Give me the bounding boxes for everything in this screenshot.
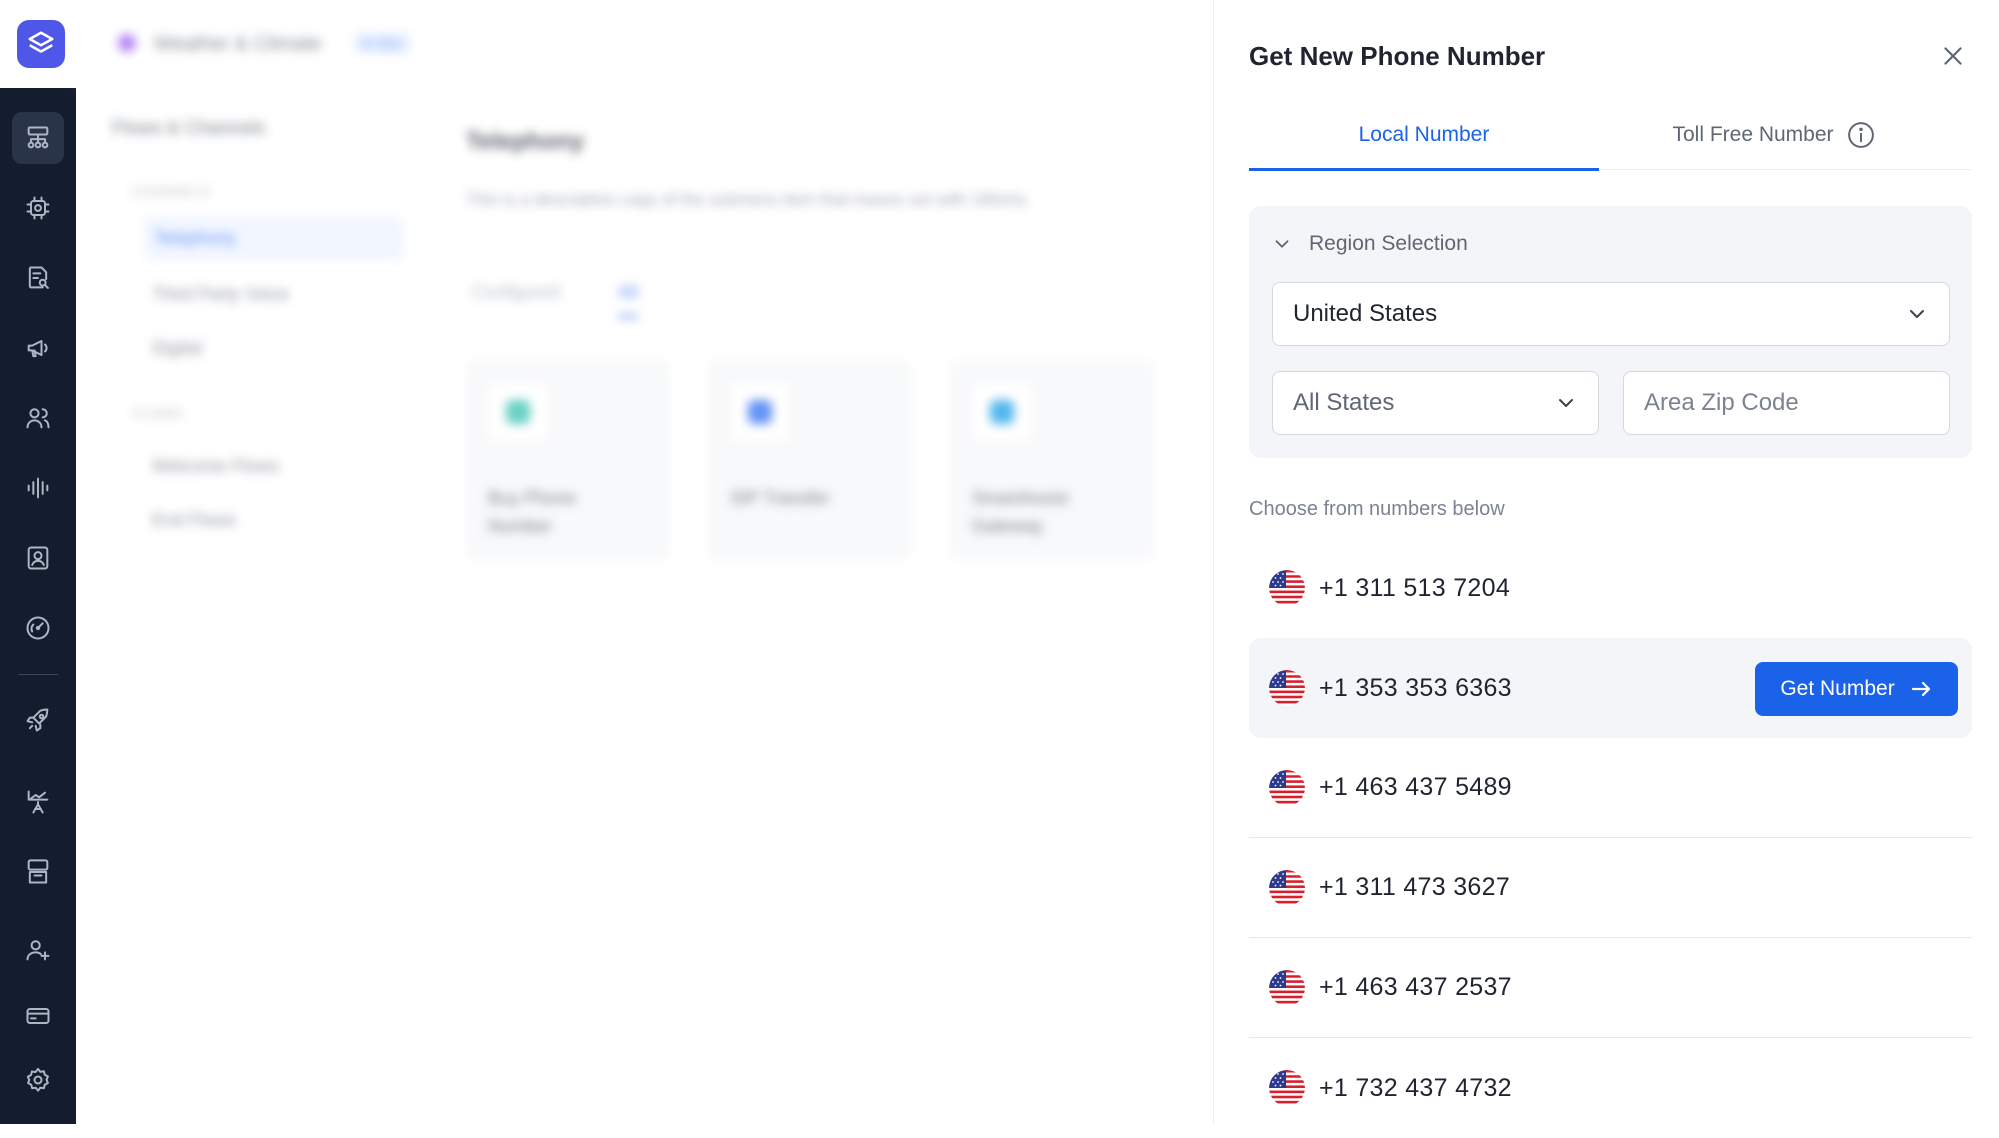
state-select[interactable]: All States — [1272, 371, 1599, 435]
workspace-name: Weather & Climate — [154, 33, 322, 55]
list-item[interactable]: +1 311 473 3627 — [1249, 838, 1972, 938]
analytics-icon[interactable] — [12, 776, 64, 828]
group-label-flows: FLOWS — [132, 406, 184, 421]
megaphone-icon[interactable] — [12, 322, 64, 374]
list-item[interactable]: +1 463 437 2537 — [1249, 938, 1972, 1038]
area-zip-code-input[interactable] — [1623, 371, 1950, 435]
us-flag-icon — [1269, 769, 1305, 806]
region-selection-section: Region Selection United States All State… — [1249, 206, 1972, 458]
page-description: This is a description copy of the submen… — [466, 190, 1027, 209]
chevron-down-icon — [1910, 310, 1924, 318]
workspace-icon — [118, 34, 136, 52]
get-number-label: Get Number — [1780, 677, 1895, 700]
sidebar-item-end-flows[interactable]: End Flows — [152, 510, 236, 531]
us-flag-icon — [1269, 570, 1305, 606]
tab-label: Local Number — [1358, 123, 1490, 146]
phone-number: +1 311 513 7204 — [1319, 573, 1511, 602]
info-icon[interactable] — [1846, 120, 1876, 150]
sidebar-item-welcome-flows[interactable]: Welcome Flows — [152, 456, 279, 477]
panel-title: Get New Phone Number — [1249, 41, 1546, 71]
top-bar: Weather & Climate In Dev — [76, 0, 1206, 88]
region-selection-label: Region Selection — [1309, 232, 1468, 255]
document-search-icon[interactable] — [12, 252, 64, 304]
tab-label: Toll Free Number — [1672, 123, 1834, 146]
chevron-down-icon — [1559, 399, 1573, 407]
tab-local-number[interactable]: Local Number — [1249, 100, 1599, 171]
list-item[interactable]: +1 353 353 6363 Get Number — [1249, 638, 1972, 738]
billing-card-icon[interactable] — [12, 990, 64, 1042]
region-selection-toggle[interactable]: Region Selection — [1271, 232, 1468, 256]
list-item[interactable]: +1 463 437 5489 — [1249, 738, 1972, 838]
phone-card-icon — [488, 382, 548, 442]
card-sip-transfer[interactable]: SIP Transfer — [708, 360, 912, 560]
workspace-badge: In Dev — [354, 32, 411, 54]
users-icon[interactable] — [12, 392, 64, 444]
archive-icon[interactable] — [12, 846, 64, 898]
flows-icon[interactable] — [12, 112, 64, 164]
list-item[interactable]: +1 311 513 7204 — [1249, 538, 1972, 638]
us-flag-icon — [1269, 869, 1305, 906]
get-number-button[interactable]: Get Number — [1755, 662, 1958, 716]
number-list: +1 311 513 7204 +1 353 353 6363 Get Numb… — [1249, 538, 1972, 1138]
us-flag-icon — [1269, 670, 1305, 706]
group-label-channels: CHANNELS — [132, 184, 211, 199]
chip-icon[interactable] — [12, 182, 64, 234]
settings-icon[interactable] — [12, 1054, 64, 1106]
arrow-right-icon — [1911, 681, 1930, 697]
close-icon — [1944, 47, 1962, 65]
waveform-icon[interactable] — [12, 462, 64, 514]
add-user-icon[interactable] — [12, 924, 64, 976]
card-smartassist-gateway[interactable]: SmartAssist Gateway — [950, 360, 1154, 560]
card-label: SmartAssist Gateway — [972, 488, 1069, 536]
us-flag-icon — [1269, 1070, 1305, 1106]
list-item[interactable]: +1 732 437 4732 — [1249, 1038, 1972, 1138]
background-app: Weather & Climate In Dev Flows & Channel… — [76, 0, 1206, 1124]
tab-configured[interactable]: Configured — [472, 282, 560, 303]
rail-divider — [18, 674, 58, 675]
country-value: United States — [1293, 300, 1438, 327]
gateway-card-icon — [972, 382, 1032, 442]
card-label: SIP Transfer — [730, 488, 830, 508]
page-title: Telephony — [466, 128, 585, 155]
choose-numbers-label: Choose from numbers below — [1249, 498, 1505, 520]
number-type-tabs: Local Number Toll Free Number — [1249, 100, 1972, 171]
active-tab-indicator — [1249, 168, 1599, 171]
chevron-down-icon — [1275, 240, 1289, 248]
phone-number: +1 463 437 2537 — [1319, 973, 1512, 1001]
contact-card-icon[interactable] — [12, 532, 64, 584]
phone-number: +1 463 437 5489 — [1319, 773, 1512, 801]
app-rail — [0, 0, 76, 1124]
card-buy-phone-number[interactable]: Buy Phone Number — [466, 360, 670, 560]
card-label: Buy Phone Number — [488, 488, 577, 536]
get-number-panel: Get New Phone Number Local Number Toll F… — [1213, 0, 1999, 1124]
tab-all[interactable]: All — [618, 282, 639, 318]
sidebar-item-third-party-voice[interactable]: Third Party Voice — [152, 284, 289, 305]
app-logo[interactable] — [17, 20, 65, 68]
sidebar-item-digital[interactable]: Digital — [152, 338, 202, 359]
tab-toll-free-number[interactable]: Toll Free Number — [1599, 100, 1949, 170]
phone-number: +1 311 473 3627 — [1319, 873, 1511, 901]
sidebar-title: Flows & Channels — [112, 118, 266, 139]
sip-card-icon — [730, 382, 790, 442]
rocket-icon[interactable] — [12, 694, 64, 746]
secondary-sidebar: Flows & Channels CHANNELS Telephony Thir… — [76, 88, 431, 1124]
phone-number: +1 732 437 4732 — [1319, 1073, 1512, 1102]
gauge-icon[interactable] — [12, 602, 64, 654]
us-flag-icon — [1269, 969, 1305, 1006]
phone-number: +1 353 353 6363 — [1319, 673, 1512, 702]
close-button[interactable] — [1937, 40, 1969, 72]
sidebar-item-telephony[interactable]: Telephony — [144, 216, 404, 261]
country-select[interactable]: United States — [1272, 282, 1950, 346]
state-value: All States — [1293, 389, 1395, 416]
logo-area — [0, 0, 76, 88]
